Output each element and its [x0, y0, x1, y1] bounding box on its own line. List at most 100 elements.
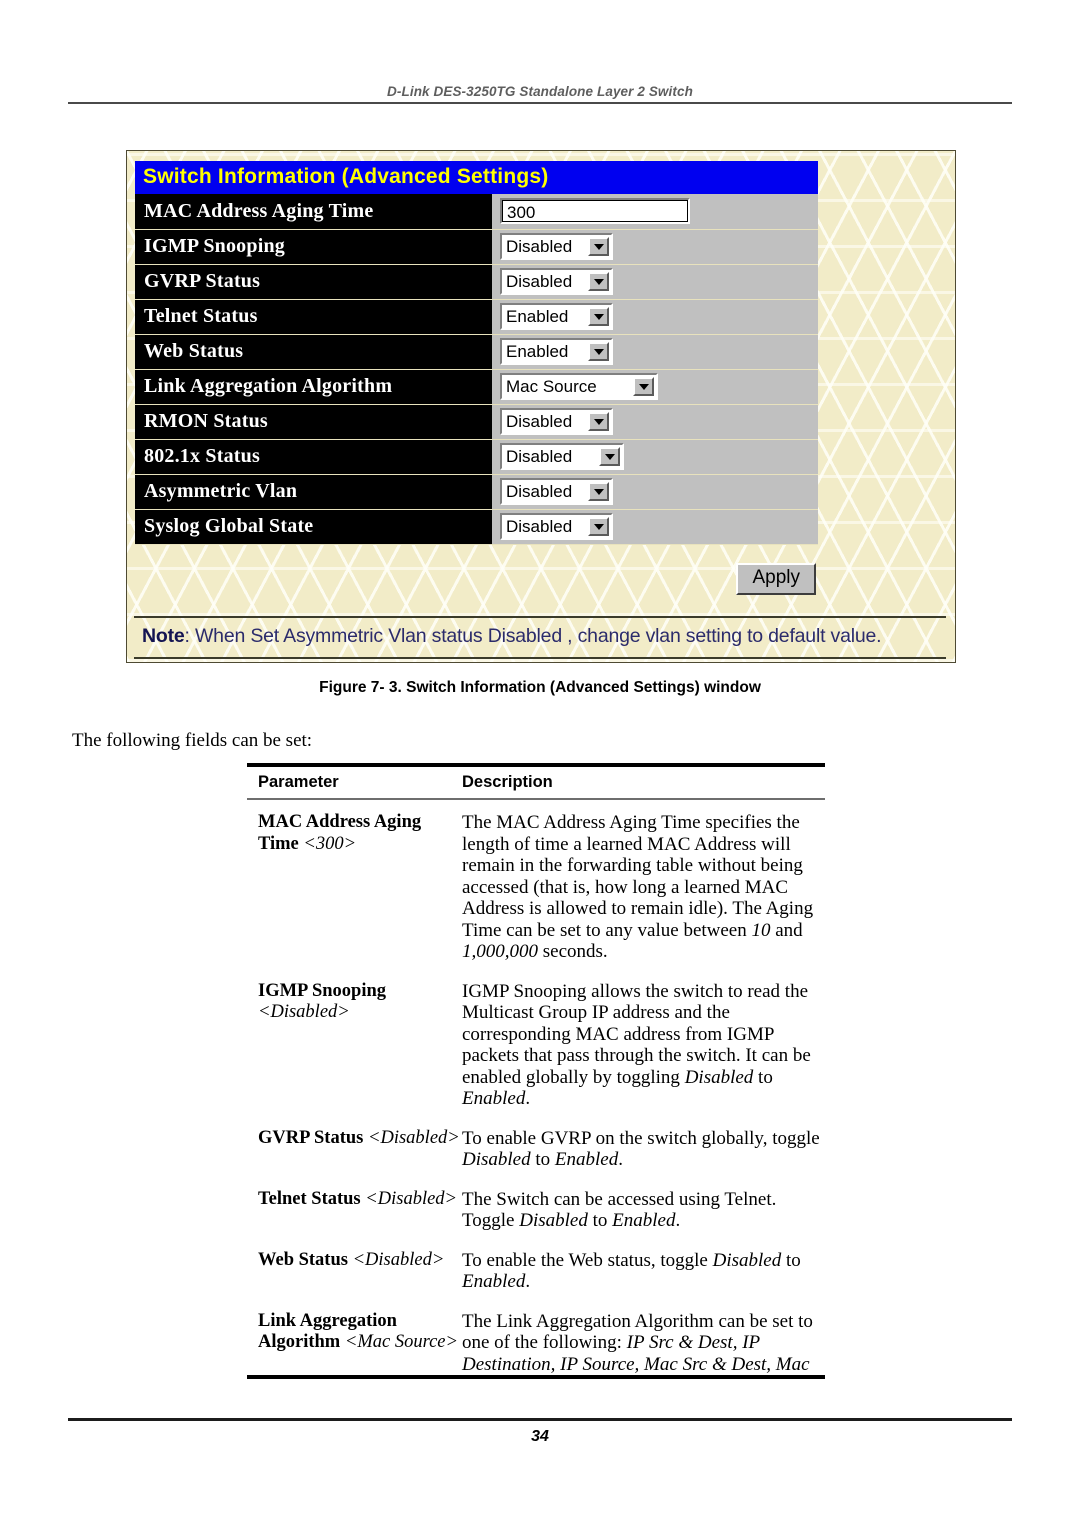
param-description-cell: IGMP Snooping allows the switch to read … — [462, 981, 825, 1110]
switch-settings-screenshot: Switch Information (Advanced Settings) M… — [126, 150, 956, 663]
select-value: Disabled — [506, 482, 573, 501]
table-row: Syslog Global State Disabled — [135, 509, 818, 545]
desc-tail-2: . — [525, 1088, 531, 1109]
syslog-global-state-select[interactable]: Disabled — [500, 513, 613, 540]
param-description-cell: The Link Aggregation Algorithm can be se… — [462, 1311, 825, 1376]
field-label-8021x-status: 802.1x Status — [135, 439, 492, 475]
screenshot-content: Switch Information (Advanced Settings) M… — [134, 161, 946, 659]
chevron-down-icon[interactable] — [599, 447, 620, 466]
desc-tail-2: . — [675, 1210, 681, 1231]
field-label-rmon-status: RMON Status — [135, 404, 492, 440]
select-value: Disabled — [506, 272, 573, 291]
field-control-cell: Mac Source — [492, 369, 818, 405]
column-header-parameter: Parameter — [258, 773, 339, 791]
field-label-telnet-status: Telnet Status — [135, 299, 492, 335]
select-value: Disabled — [506, 412, 573, 431]
table-row: 802.1x Status Disabled — [135, 439, 818, 475]
desc-tail-1: to — [530, 1149, 555, 1170]
chevron-down-icon[interactable] — [588, 307, 609, 326]
table-row: Web Status <Disabled> To enable the Web … — [247, 1250, 825, 1293]
panel-title-bar: Switch Information (Advanced Settings) — [135, 161, 818, 194]
desc-tail-2: . — [525, 1271, 531, 1292]
table-row: Link Aggregation Algorithm <Mac Source> … — [247, 1311, 825, 1376]
desc-emphasis-1: 10 — [751, 919, 771, 941]
param-description-cell: To enable GVRP on the switch globally, t… — [462, 1128, 825, 1171]
param-default-value: <Mac Source> — [344, 1332, 458, 1352]
table-row: MAC Address Aging Time <300> The MAC Add… — [247, 812, 825, 963]
field-control-cell: 300 — [492, 194, 818, 230]
telnet-status-select[interactable]: Enabled — [500, 303, 613, 330]
select-value: Disabled — [506, 237, 573, 256]
desc-emphasis-2: Enabled — [462, 1088, 526, 1109]
page-number: 34 — [531, 1428, 549, 1445]
param-label: IGMP Snooping — [258, 980, 387, 1001]
table-row: Web Status Enabled — [135, 334, 818, 370]
panel-title-text: Switch Information (Advanced Settings) — [143, 165, 549, 188]
param-name-cell: IGMP Snooping <Disabled> — [247, 981, 462, 1110]
desc-tail-1: to — [781, 1249, 801, 1271]
settings-form-table: MAC Address Aging Time 300 IGMP Snooping… — [135, 194, 818, 545]
table-row: Telnet Status <Disabled> The Switch can … — [247, 1189, 825, 1232]
table-row: GVRP Status <Disabled> To enable GVRP on… — [247, 1128, 825, 1171]
apply-button[interactable]: Apply — [736, 562, 816, 595]
param-name-cell: GVRP Status <Disabled> — [247, 1128, 462, 1171]
mac-aging-time-input[interactable]: 300 — [500, 198, 690, 225]
link-aggregation-algorithm-select[interactable]: Mac Source — [500, 373, 658, 400]
param-name-cell: Link Aggregation Algorithm <Mac Source> — [247, 1311, 462, 1376]
param-description-cell: The Switch can be accessed using Telnet.… — [462, 1189, 825, 1232]
table-row: GVRP Status Disabled — [135, 264, 818, 300]
param-default-value: <Disabled> — [368, 1127, 460, 1148]
chevron-down-icon[interactable] — [588, 482, 609, 501]
footer-divider — [68, 1418, 1012, 1421]
desc-emphasis-2: 1,000,000 — [462, 941, 538, 962]
column-header-description: Description — [462, 773, 553, 791]
field-label-asymmetric-vlan: Asymmetric Vlan — [135, 474, 492, 510]
field-control-cell: Disabled — [492, 264, 818, 300]
desc-text: To enable GVRP on the switch globally, t… — [462, 1127, 820, 1149]
field-label-web-status: Web Status — [135, 334, 492, 370]
chevron-down-icon[interactable] — [588, 237, 609, 256]
param-name-cell: MAC Address Aging Time <300> — [247, 812, 462, 963]
chevron-down-icon[interactable] — [588, 342, 609, 361]
field-control-cell: Disabled — [492, 229, 818, 265]
param-default-value: <Disabled> — [352, 1249, 445, 1270]
desc-tail-2: seconds. — [538, 941, 608, 962]
chevron-down-icon[interactable] — [588, 412, 609, 431]
desc-tail-1: to — [587, 1210, 613, 1231]
table-row: Link Aggregation Algorithm Mac Source — [135, 369, 818, 405]
chevron-down-icon[interactable] — [588, 517, 609, 536]
rmon-status-select[interactable]: Disabled — [500, 408, 613, 435]
apply-button-row: Apply — [135, 562, 818, 595]
param-name-cell: Web Status <Disabled> — [247, 1250, 462, 1293]
select-value: Mac Source — [506, 377, 597, 396]
table-body: MAC Address Aging Time <300> The MAC Add… — [247, 800, 825, 1375]
chevron-down-icon[interactable] — [588, 272, 609, 291]
chevron-down-icon[interactable] — [633, 377, 654, 396]
desc-tail-2: . — [618, 1149, 623, 1170]
field-label-gvrp-status: GVRP Status — [135, 264, 492, 300]
igmp-snooping-select[interactable]: Disabled — [500, 233, 613, 260]
field-label-syslog-global-state: Syslog Global State — [135, 509, 492, 545]
table-row: IGMP Snooping Disabled — [135, 229, 818, 265]
param-description-cell: The MAC Address Aging Time specifies the… — [462, 812, 825, 963]
param-default-value: <300> — [303, 833, 357, 854]
desc-text: To enable the Web status, toggle — [462, 1249, 713, 1271]
table-row: IGMP Snooping <Disabled> IGMP Snooping a… — [247, 981, 825, 1110]
note-text: Note: When Set Asymmetric Vlan status Di… — [142, 625, 946, 648]
param-default-value: <Disabled> — [258, 1002, 350, 1022]
header-divider — [68, 102, 1012, 104]
intro-paragraph: The following fields can be set: — [72, 730, 313, 751]
note-banner: Note: When Set Asymmetric Vlan status Di… — [134, 616, 946, 659]
table-bottom-rule — [247, 1375, 825, 1379]
asymmetric-vlan-select[interactable]: Disabled — [500, 478, 613, 505]
dot1x-status-select[interactable]: Disabled — [500, 443, 624, 470]
desc-tail-1: and — [770, 919, 803, 941]
param-label: Web Status — [258, 1249, 353, 1270]
table-row: Asymmetric Vlan Disabled — [135, 474, 818, 510]
note-body: : When Set Asymmetric Vlan status Disabl… — [184, 625, 882, 647]
gvrp-status-select[interactable]: Disabled — [500, 268, 613, 295]
web-status-select[interactable]: Enabled — [500, 338, 613, 365]
table-row: RMON Status Disabled — [135, 404, 818, 440]
parameter-description-table: Parameter Description MAC Address Aging … — [247, 763, 825, 1379]
page-header: D-Link DES-3250TG Standalone Layer 2 Swi… — [68, 84, 1012, 104]
